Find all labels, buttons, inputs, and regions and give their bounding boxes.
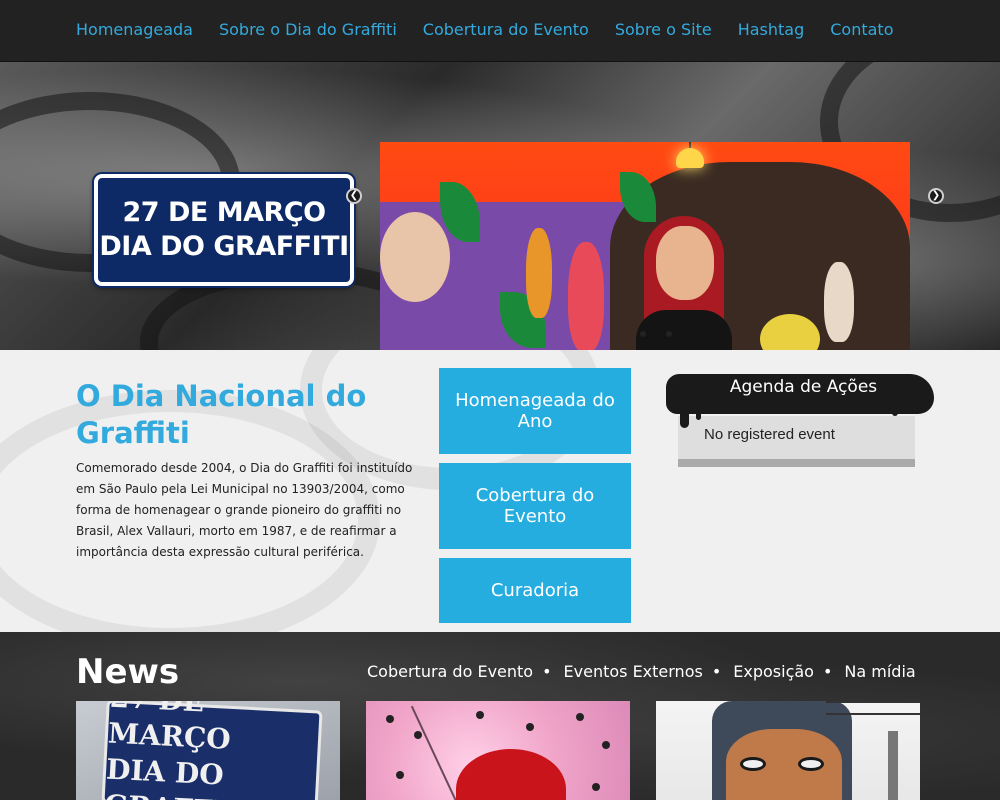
- cobertura-tile-button[interactable]: Cobertura do Evento: [439, 463, 631, 549]
- thumbnail-mural-eye: [740, 757, 766, 771]
- news-category-filter: Cobertura do Evento • Eventos Externos •…: [367, 662, 916, 681]
- news-category-eventos-externos[interactable]: Eventos Externos: [564, 662, 703, 681]
- carousel-next-icon[interactable]: ❯: [928, 188, 944, 204]
- category-separator: •: [711, 662, 722, 681]
- nav-item-homenageada[interactable]: Homenageada: [76, 20, 193, 39]
- news-category-na-midia[interactable]: Na mídia: [844, 662, 915, 681]
- umbrella-dot: [592, 783, 600, 791]
- nav-item-cobertura[interactable]: Cobertura do Evento: [423, 20, 589, 39]
- agenda-title: Agenda de Ações: [729, 377, 878, 397]
- logo-line-2: DIA DO GRAFFITI: [99, 231, 349, 262]
- slide-person-face: [656, 226, 714, 300]
- carousel-dot-2[interactable]: [666, 331, 672, 337]
- spray-drip: [696, 406, 701, 420]
- umbrella-dot: [414, 731, 422, 739]
- thumbnail-mural-eye: [798, 757, 824, 771]
- site-logo[interactable]: 27 DE MARÇO DIA DO GRAFFITI: [94, 174, 354, 286]
- nav-item-sobre-site[interactable]: Sobre o Site: [615, 20, 712, 39]
- category-separator: •: [822, 662, 833, 681]
- slide-lamp: [676, 148, 704, 168]
- carousel-prev-icon[interactable]: ❮: [346, 188, 362, 204]
- thumbnail-wire: [826, 713, 920, 715]
- news-thumbnail-3[interactable]: [656, 701, 920, 800]
- curadoria-tile-button[interactable]: Curadoria: [439, 558, 631, 623]
- nav-item-sobre-dia[interactable]: Sobre o Dia do Graffiti: [219, 20, 397, 39]
- agenda-widget: Agenda de Ações No registered event: [666, 372, 934, 467]
- umbrella-dot: [526, 723, 534, 731]
- news-section: News Cobertura do Evento • Eventos Exter…: [0, 632, 1000, 800]
- umbrella-dot: [602, 741, 610, 749]
- news-thumbnail-2[interactable]: [366, 701, 630, 800]
- umbrella-dot: [576, 713, 584, 721]
- slide-person-shirt: [636, 310, 732, 350]
- slide-doll: [824, 262, 854, 342]
- thumbnail-person-hair: [456, 749, 566, 800]
- thumbnail-street-sign: 27 DE MARÇO DIA DO GRAFFITI: [101, 701, 323, 800]
- agenda-empty-message: No registered event: [704, 426, 835, 443]
- news-category-cobertura[interactable]: Cobertura do Evento: [367, 662, 533, 681]
- top-navigation: Homenageada Sobre o Dia do Graffiti Cobe…: [0, 0, 1000, 62]
- umbrella-rib: [410, 705, 460, 800]
- carousel-dot-1[interactable]: [640, 331, 646, 337]
- spray-drip: [680, 402, 689, 428]
- thumbnail-pole: [888, 731, 898, 800]
- umbrella-dot: [396, 771, 404, 779]
- slide-doll: [526, 228, 552, 318]
- nav-item-contato[interactable]: Contato: [830, 20, 893, 39]
- intro-heading: O Dia Nacional do Graffiti: [76, 379, 367, 450]
- intro-section: O Dia Nacional do Graffiti Comemorado de…: [0, 350, 1000, 632]
- news-heading: News: [76, 652, 180, 692]
- carousel-indicators: [640, 331, 692, 337]
- umbrella-dot: [476, 711, 484, 719]
- nav-item-hashtag[interactable]: Hashtag: [738, 20, 805, 39]
- intro-paragraph: Comemorado desde 2004, o Dia do Graffiti…: [76, 461, 413, 559]
- news-category-exposicao[interactable]: Exposição: [733, 662, 814, 681]
- slide-doll: [568, 242, 604, 350]
- carousel-slide-image[interactable]: [380, 142, 910, 350]
- category-separator: •: [542, 662, 552, 681]
- hero-banner: 27 DE MARÇO DIA DO GRAFFITI ❮ ❯: [0, 62, 1000, 350]
- logo-line-1: 27 DE MARÇO: [122, 197, 326, 228]
- slide-mural-face: [380, 212, 450, 302]
- homenageada-tile-button[interactable]: Homenageada do Ano: [439, 368, 631, 454]
- news-thumbnail-1[interactable]: 27 DE MARÇO DIA DO GRAFFITI: [76, 701, 340, 800]
- spray-drip: [892, 406, 898, 416]
- umbrella-dot: [386, 715, 394, 723]
- thumbnail-wire: [826, 701, 920, 703]
- nav-menu: Homenageada Sobre o Dia do Graffiti Cobe…: [76, 20, 920, 39]
